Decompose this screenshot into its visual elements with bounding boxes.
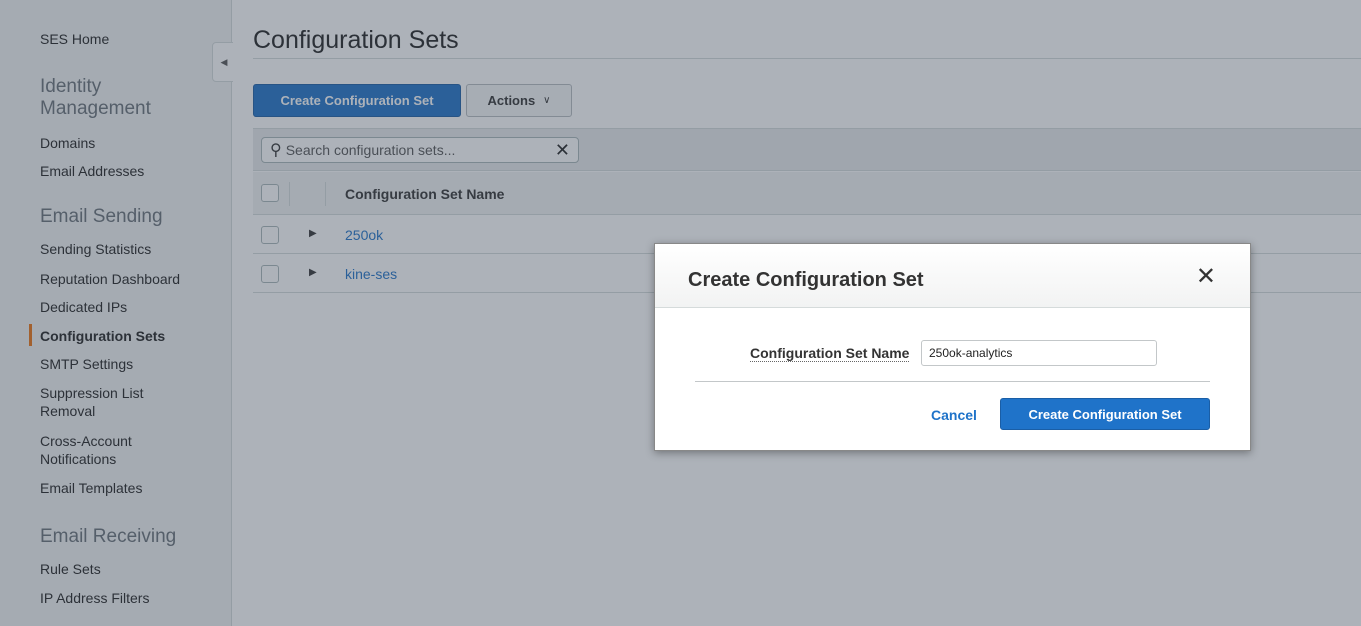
modal-divider — [695, 381, 1210, 382]
cancel-button[interactable]: Cancel — [931, 407, 977, 423]
create-configuration-set-submit-button[interactable]: Create Configuration Set — [1000, 398, 1210, 430]
close-icon[interactable]: ✕ — [1196, 265, 1216, 289]
configuration-set-name-input[interactable] — [921, 340, 1157, 366]
modal-header: Create Configuration Set ✕ — [655, 244, 1250, 308]
modal-title: Create Configuration Set — [688, 269, 924, 291]
configuration-set-name-label: Configuration Set Name — [750, 345, 910, 362]
create-configuration-set-dialog: Create Configuration Set ✕ Configuration… — [654, 243, 1251, 451]
